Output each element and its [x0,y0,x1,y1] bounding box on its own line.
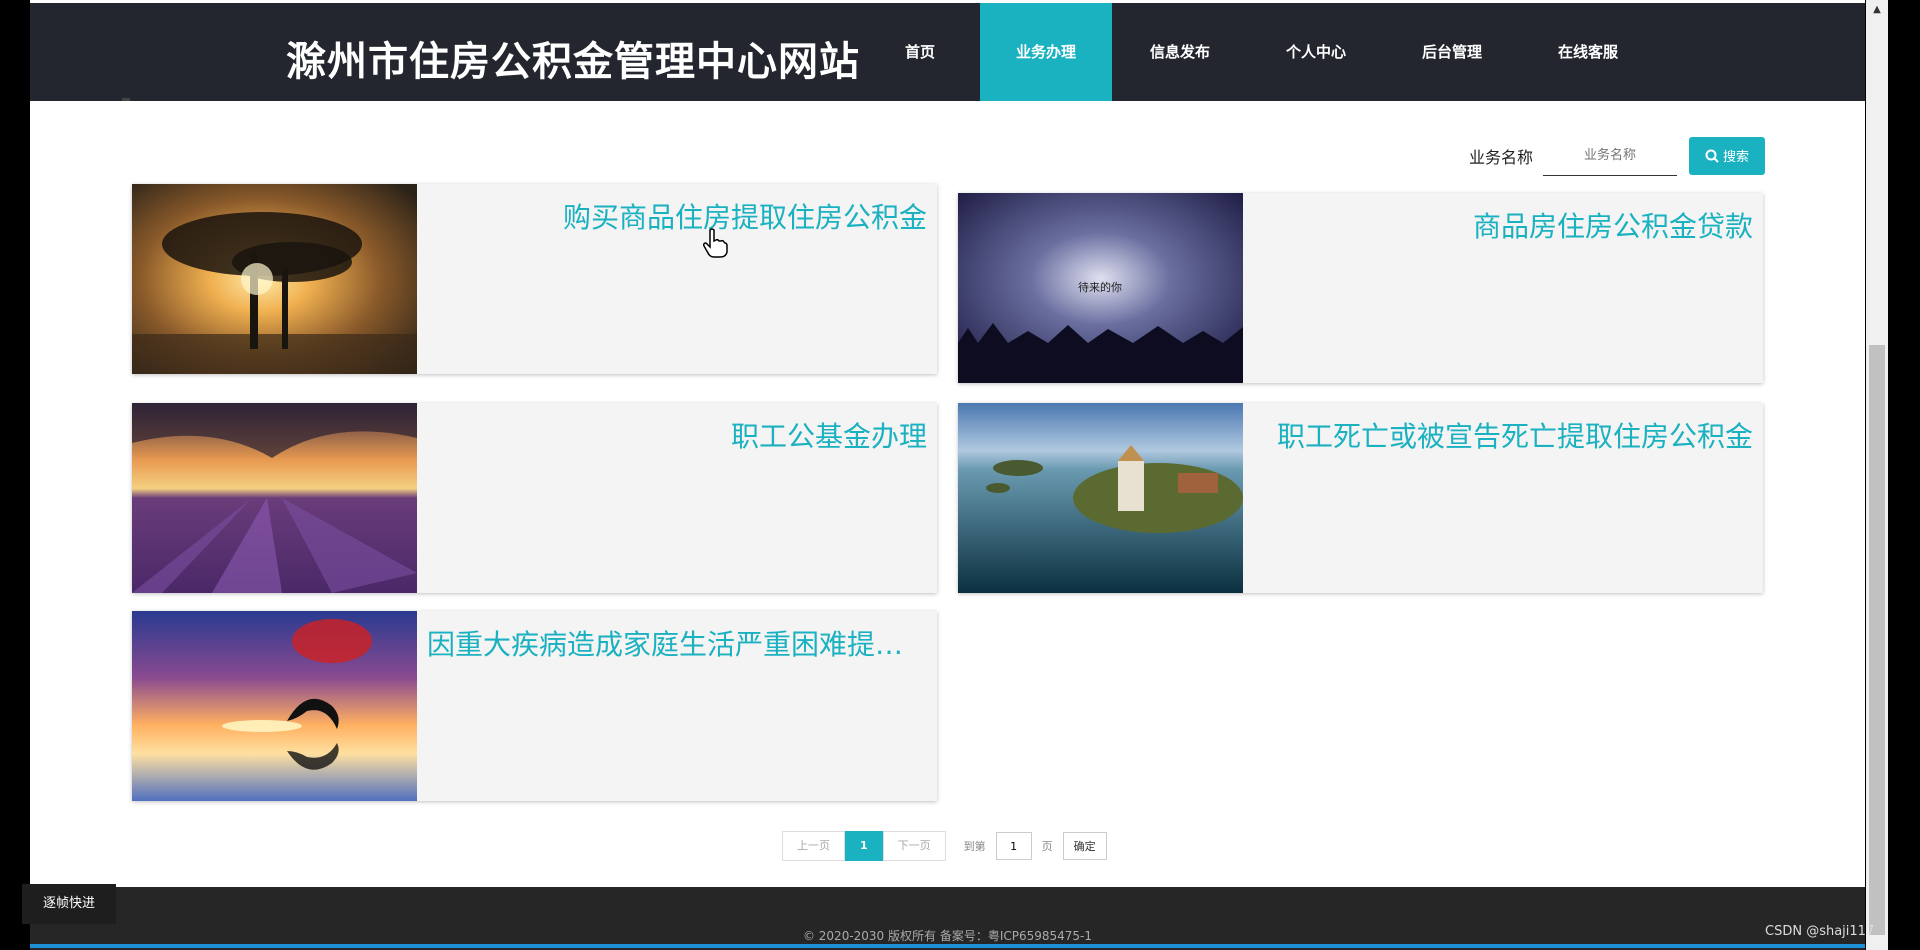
card-image-tree-sunset[interactable] [132,184,417,374]
site-title: 滁州市住房公积金管理中心网站 [286,39,860,85]
card-title[interactable]: 商品房住房公积金贷款 [1253,205,1753,245]
card-image-night-banner[interactable]: 待来的你 [958,193,1243,383]
main-content: 业务名称 搜索 [30,101,1865,887]
nav-home[interactable]: 首页 [860,3,980,101]
nav-service[interactable]: 在线客服 [1520,3,1656,101]
current-page[interactable]: 1 [845,831,883,861]
nav-admin[interactable]: 后台管理 [1384,3,1520,101]
video-progress-bar[interactable] [30,944,1865,948]
search-bar: 业务名称 搜索 [1469,135,1765,176]
card-image-island-castle[interactable] [958,403,1243,593]
business-card[interactable]: 因重大疾病造成家庭生活严重困难提取住房公积金 [132,611,937,801]
prev-page-button[interactable]: 上一页 [782,831,845,861]
business-card[interactable]: 待来的你 商品房住房公积金贷款 [958,193,1763,383]
vertical-scrollbar[interactable]: ▲ [1866,0,1888,950]
page: 滁州市住房公积金管理中心网站 首页 业务办理 信息发布 个人中心 后台管理 在线… [30,0,1865,950]
frame-step-button[interactable]: 逐帧快进 [22,884,116,924]
banner-text: 待来的你 [1078,280,1122,294]
goto-prefix: 到第 [963,840,986,853]
card-image-dolphin-sunset[interactable] [132,611,417,801]
card-title[interactable]: 职工公基金办理 [427,415,927,455]
main-nav: 首页 业务办理 信息发布 个人中心 后台管理 在线客服 [860,3,1656,101]
goto-page-input[interactable] [995,832,1032,860]
copyright-text: © 2020-2030 版权所有 备案号：粤ICP65985475-1 [802,929,1093,943]
card-title[interactable]: 因重大疾病造成家庭生活严重困难提取住房公积金 [427,623,927,663]
card-title[interactable]: 购买商品住房提取住房公积金 [427,196,927,236]
card-image-lavender-field[interactable] [132,403,417,593]
search-input[interactable] [1543,135,1677,176]
card-title[interactable]: 职工死亡或被宣告死亡提取住房公积金 [1253,415,1753,455]
search-label: 业务名称 [1468,147,1533,167]
site-footer: © 2020-2030 版权所有 备案号：粤ICP65985475-1 [30,887,1865,950]
search-icon [1705,149,1719,163]
business-card[interactable]: 购买商品住房提取住房公积金 [132,184,937,374]
scroll-up-icon[interactable]: ▲ [1866,4,1888,26]
pagination: 上一页 1 下一页 到第 页 确定 [782,831,1107,861]
scroll-thumb[interactable] [1869,345,1885,935]
search-button-label: 搜索 [1722,150,1749,165]
next-page-button[interactable]: 下一页 [882,831,946,861]
nav-personal[interactable]: 个人中心 [1248,3,1384,101]
business-card[interactable]: 职工公基金办理 [132,403,937,593]
business-card[interactable]: 职工死亡或被宣告死亡提取住房公积金 [958,403,1763,593]
goto-suffix: 页 [1041,840,1053,853]
search-button[interactable]: 搜索 [1689,136,1765,175]
watermark-text: CSDN @shaji117 [1765,924,1875,939]
nav-info[interactable]: 信息发布 [1112,3,1248,101]
goto-confirm-button[interactable]: 确定 [1062,832,1107,860]
hand-cursor-icon [703,228,728,258]
site-header: 滁州市住房公积金管理中心网站 首页 业务办理 信息发布 个人中心 后台管理 在线… [30,3,1865,101]
nav-business[interactable]: 业务办理 [980,3,1112,101]
